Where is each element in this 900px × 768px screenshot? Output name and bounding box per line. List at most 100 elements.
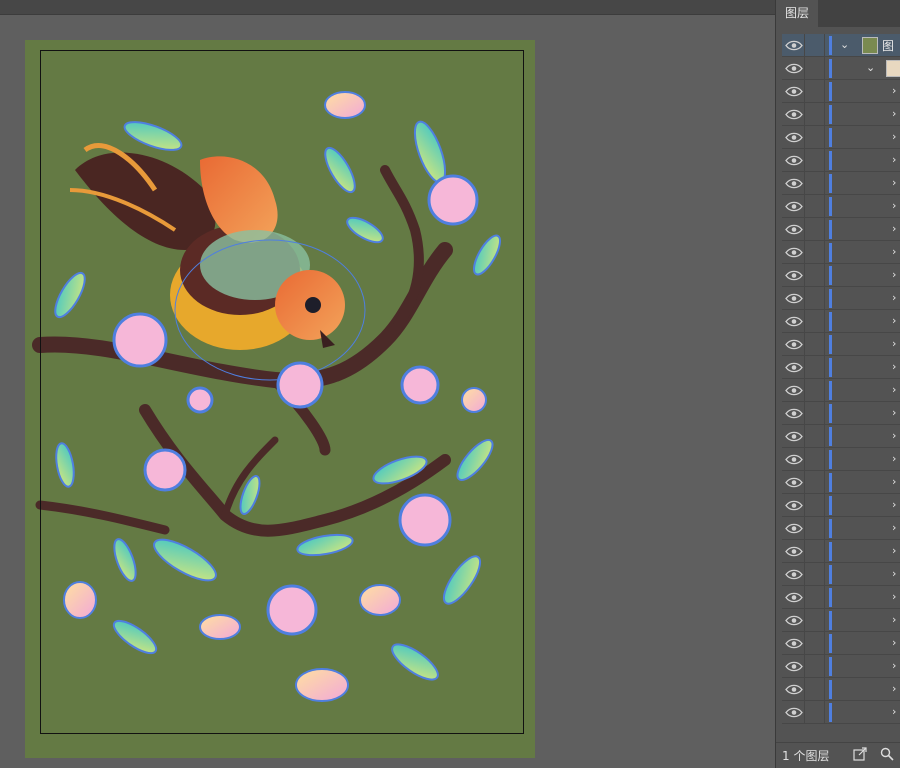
chevron-right-icon[interactable]: ›: [892, 498, 896, 511]
sublayer-row[interactable]: ›: [782, 195, 900, 218]
sublayer-row[interactable]: ›: [782, 333, 900, 356]
chevron-down-icon[interactable]: ⌄: [866, 61, 875, 74]
chevron-right-icon[interactable]: ›: [892, 199, 896, 212]
sublayer-row[interactable]: ›: [782, 310, 900, 333]
chevron-down-icon[interactable]: ⌄: [840, 38, 849, 51]
sublayer-row[interactable]: ›: [782, 402, 900, 425]
tab-layers[interactable]: 图层: [776, 0, 818, 28]
chevron-right-icon[interactable]: ›: [892, 107, 896, 120]
eye-icon[interactable]: [784, 568, 804, 581]
eye-icon[interactable]: [784, 62, 804, 75]
chevron-right-icon[interactable]: ›: [892, 245, 896, 258]
sublayer-row[interactable]: ›: [782, 149, 900, 172]
eye-icon[interactable]: [784, 591, 804, 604]
chevron-right-icon[interactable]: ›: [892, 383, 896, 396]
row-divider: [824, 494, 825, 517]
chevron-right-icon[interactable]: ›: [892, 521, 896, 534]
sublayer-row[interactable]: ›: [782, 241, 900, 264]
eye-icon[interactable]: [784, 131, 804, 144]
sublayer-row[interactable]: ›: [782, 379, 900, 402]
eye-icon[interactable]: [784, 315, 804, 328]
canvas-area[interactable]: [0, 15, 775, 768]
chevron-right-icon[interactable]: ›: [892, 544, 896, 557]
eye-icon[interactable]: [784, 177, 804, 190]
chevron-right-icon[interactable]: ›: [892, 130, 896, 143]
sublayer-row[interactable]: ⌄: [782, 57, 900, 80]
sublayer-row[interactable]: ›: [782, 701, 900, 724]
eye-icon[interactable]: [784, 39, 804, 52]
layer-name[interactable]: 图: [882, 37, 894, 54]
layer-row[interactable]: ⌄ 图: [782, 34, 900, 57]
sublayer-row[interactable]: ›: [782, 218, 900, 241]
chevron-right-icon[interactable]: ›: [892, 176, 896, 189]
search-icon[interactable]: [880, 747, 894, 761]
chevron-right-icon[interactable]: ›: [892, 452, 896, 465]
sublayer-row[interactable]: ›: [782, 517, 900, 540]
sublayer-row[interactable]: ›: [782, 586, 900, 609]
eye-icon[interactable]: [784, 85, 804, 98]
eye-icon[interactable]: [784, 223, 804, 236]
layer-color-bar: [829, 36, 832, 55]
eye-icon[interactable]: [784, 637, 804, 650]
chevron-right-icon[interactable]: ›: [892, 659, 896, 672]
sublayer-row[interactable]: ›: [782, 609, 900, 632]
eye-icon[interactable]: [784, 706, 804, 719]
eye-icon[interactable]: [784, 269, 804, 282]
sublayer-row[interactable]: ›: [782, 448, 900, 471]
chevron-right-icon[interactable]: ›: [892, 84, 896, 97]
eye-icon[interactable]: [784, 614, 804, 627]
eye-icon[interactable]: [784, 499, 804, 512]
chevron-right-icon[interactable]: ›: [892, 222, 896, 235]
row-divider: [824, 264, 825, 287]
chevron-right-icon[interactable]: ›: [892, 705, 896, 718]
chevron-right-icon[interactable]: ›: [892, 360, 896, 373]
eye-icon[interactable]: [784, 453, 804, 466]
eye-icon[interactable]: [784, 200, 804, 213]
eye-icon[interactable]: [784, 361, 804, 374]
sublayer-row[interactable]: ›: [782, 264, 900, 287]
chevron-right-icon[interactable]: ›: [892, 613, 896, 626]
sublayer-row[interactable]: ›: [782, 287, 900, 310]
sublayer-row[interactable]: ›: [782, 126, 900, 149]
chevron-right-icon[interactable]: ›: [892, 314, 896, 327]
chevron-right-icon[interactable]: ›: [892, 682, 896, 695]
eye-icon[interactable]: [784, 407, 804, 420]
chevron-right-icon[interactable]: ›: [892, 153, 896, 166]
chevron-right-icon[interactable]: ›: [892, 268, 896, 281]
eye-icon[interactable]: [784, 292, 804, 305]
chevron-right-icon[interactable]: ›: [892, 590, 896, 603]
sublayer-row[interactable]: ›: [782, 655, 900, 678]
sublayer-row[interactable]: ›: [782, 632, 900, 655]
sublayer-row[interactable]: ›: [782, 172, 900, 195]
eye-icon[interactable]: [784, 522, 804, 535]
sublayer-row[interactable]: ›: [782, 356, 900, 379]
sublayer-row[interactable]: ›: [782, 425, 900, 448]
sublayer-row[interactable]: ›: [782, 540, 900, 563]
chevron-right-icon[interactable]: ›: [892, 291, 896, 304]
eye-icon[interactable]: [784, 108, 804, 121]
sublayer-row[interactable]: ›: [782, 494, 900, 517]
sublayer-row[interactable]: ›: [782, 471, 900, 494]
chevron-right-icon[interactable]: ›: [892, 475, 896, 488]
sublayer-row[interactable]: ›: [782, 563, 900, 586]
eye-icon[interactable]: [784, 246, 804, 259]
eye-icon[interactable]: [784, 430, 804, 443]
row-divider: [824, 586, 825, 609]
eye-icon[interactable]: [784, 660, 804, 673]
eye-icon[interactable]: [784, 384, 804, 397]
sublayer-row[interactable]: ›: [782, 103, 900, 126]
sublayer-row[interactable]: ›: [782, 678, 900, 701]
export-icon[interactable]: [853, 747, 867, 761]
sublayer-row[interactable]: ›: [782, 80, 900, 103]
eye-icon[interactable]: [784, 154, 804, 167]
chevron-right-icon[interactable]: ›: [892, 337, 896, 350]
eye-icon[interactable]: [784, 683, 804, 696]
chevron-right-icon[interactable]: ›: [892, 429, 896, 442]
eye-icon[interactable]: [784, 545, 804, 558]
chevron-right-icon[interactable]: ›: [892, 636, 896, 649]
eye-icon[interactable]: [784, 338, 804, 351]
artboard[interactable]: [25, 40, 535, 758]
chevron-right-icon[interactable]: ›: [892, 406, 896, 419]
chevron-right-icon[interactable]: ›: [892, 567, 896, 580]
eye-icon[interactable]: [784, 476, 804, 489]
